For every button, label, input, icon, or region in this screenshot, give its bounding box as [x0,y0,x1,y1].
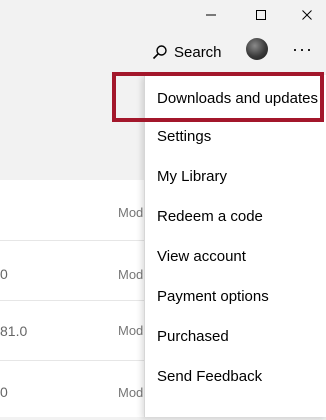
menu-item-view-account[interactable]: View account [157,248,246,265]
minimize-button[interactable] [188,0,234,30]
overflow-menu: Downloads and updates Settings My Librar… [144,75,326,417]
menu-item-redeem-a-code[interactable]: Redeem a code [157,208,263,225]
item-modified: Mod [118,205,144,220]
menu-item-purchased[interactable]: Purchased [157,328,229,345]
item-modified: Mod [118,267,144,282]
avatar[interactable] [246,38,268,60]
item-version: 0 [0,384,8,400]
item-modified: Mod [118,323,144,338]
close-icon [302,10,312,20]
menu-item-my-library[interactable]: My Library [157,168,227,185]
search-button[interactable]: Search [152,41,222,63]
item-version: 0 [0,266,8,282]
search-label: Search [174,43,222,61]
maximize-button[interactable] [238,0,284,30]
menu-item-send-feedback[interactable]: Send Feedback [157,368,262,385]
title-bar [0,0,326,30]
menu-item-settings[interactable]: Settings [157,128,211,145]
search-icon [152,45,167,60]
minimize-icon [206,14,216,16]
highlight-box [112,72,324,122]
item-version: 81.0 [0,323,28,339]
menu-item-payment-options[interactable]: Payment options [157,288,269,305]
close-button[interactable] [284,0,326,30]
more-options-button[interactable]: ··· [292,40,313,58]
maximize-icon [256,10,266,20]
